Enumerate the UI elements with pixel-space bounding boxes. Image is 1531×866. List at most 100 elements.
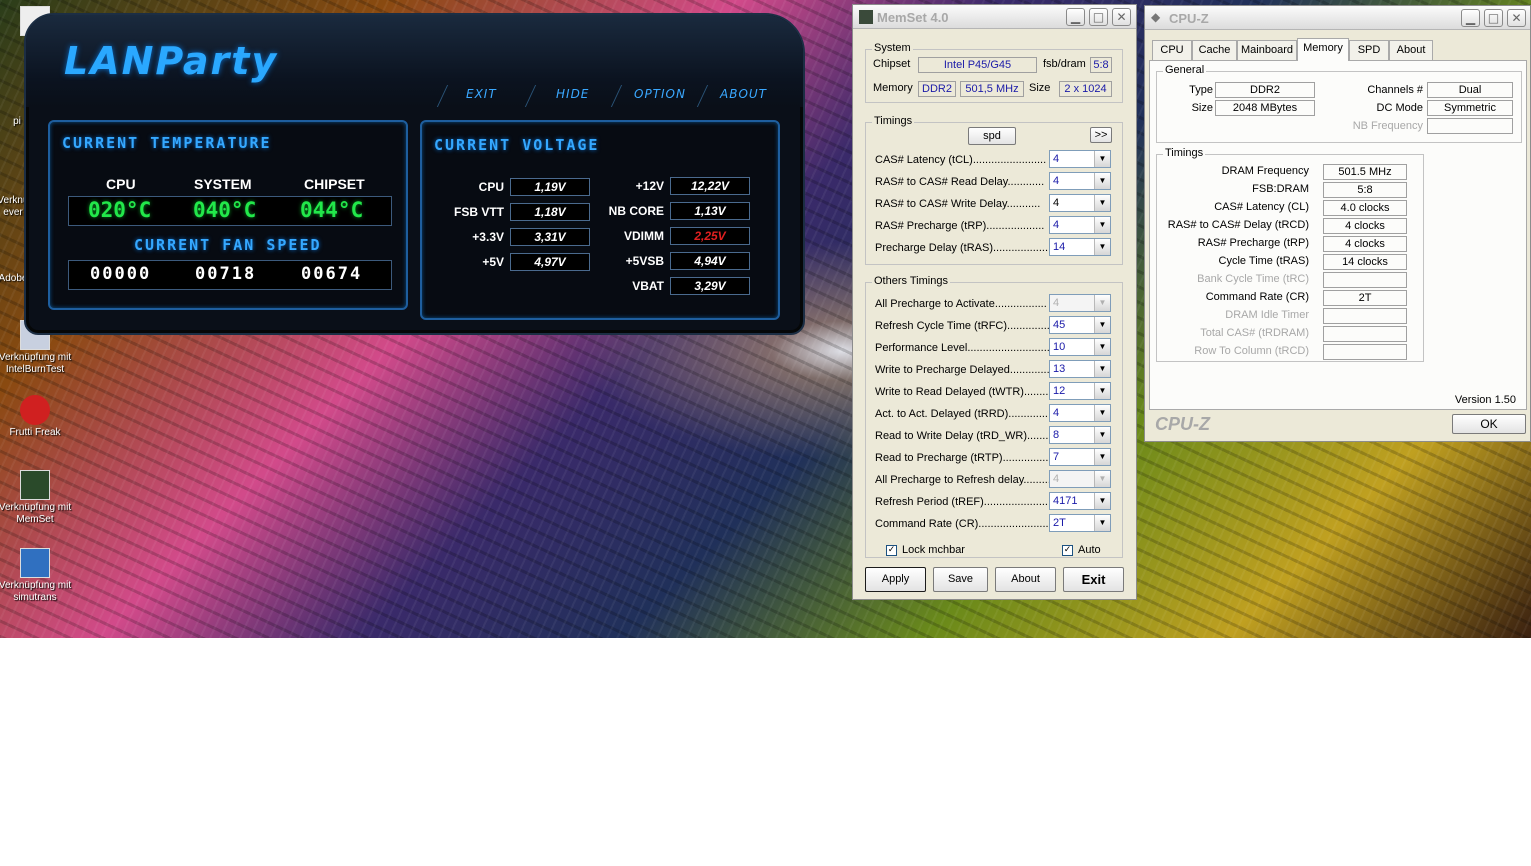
- desktop-icon[interactable]: Frutti Freak: [0, 395, 74, 439]
- dropdown-arrow-icon: ▼: [1094, 151, 1110, 167]
- temperature-panel: CURRENT TEMPERATURE CPU SYSTEM CHIPSET 0…: [48, 120, 408, 310]
- chipset-label: Chipset: [873, 58, 911, 70]
- maximize-button[interactable]: □: [1089, 8, 1108, 26]
- timing-label: CAS# Latency (CL): [1214, 201, 1309, 213]
- nav-hide[interactable]: HIDE: [556, 87, 589, 107]
- timing-combo[interactable]: 7 ▼: [1049, 448, 1111, 466]
- lanparty-logo: LANParty: [64, 39, 279, 83]
- timing-label: Precharge Delay (tRAS)..................…: [875, 242, 1052, 254]
- timing-combo[interactable]: 14 ▼: [1049, 238, 1111, 256]
- timing-label: Read to Write Delay (tRD_WR)...........: [875, 430, 1061, 442]
- timing-field: [1323, 344, 1407, 360]
- exit-button[interactable]: Exit: [1063, 567, 1124, 592]
- temp-label-system: SYSTEM: [194, 176, 252, 192]
- fsbdram-label: fsb/dram: [1043, 58, 1086, 70]
- timing-field: 501.5 MHz: [1323, 164, 1407, 180]
- timing-value: 14: [1053, 241, 1066, 253]
- timing-combo[interactable]: 4 ▼: [1049, 294, 1111, 312]
- timing-field: 4 clocks: [1323, 236, 1407, 252]
- cpuz-titlebar[interactable]: ◆ CPU-Z ▁ □ ✕: [1145, 6, 1530, 30]
- timing-combo[interactable]: 4 ▼: [1049, 470, 1111, 488]
- maximize-button[interactable]: □: [1484, 9, 1503, 27]
- memset-titlebar[interactable]: MemSet 4.0 ▁ □ ✕: [853, 5, 1136, 29]
- system-group-title: System: [872, 42, 913, 54]
- tab-cpu[interactable]: CPU: [1152, 40, 1192, 60]
- desktop-icon[interactable]: Verknüpfung mit MemSet: [0, 470, 74, 526]
- volt-value-fsbvtt: 1,18V: [510, 203, 590, 221]
- timing-combo[interactable]: 4 ▼: [1049, 404, 1111, 422]
- dropdown-arrow-icon: ▼: [1094, 361, 1110, 377]
- close-button[interactable]: ✕: [1112, 8, 1131, 26]
- apply-button[interactable]: Apply: [865, 567, 926, 592]
- strawberry-icon: [20, 395, 50, 425]
- nav-option[interactable]: OPTION: [634, 87, 686, 107]
- tab-spd[interactable]: SPD: [1349, 40, 1389, 60]
- size-field: 2048 MBytes: [1215, 100, 1315, 116]
- minimize-button[interactable]: ▁: [1066, 8, 1085, 26]
- save-button[interactable]: Save: [933, 567, 988, 592]
- timing-label: Refresh Cycle Time (tRFC)...............…: [875, 320, 1056, 332]
- timing-field: [1323, 308, 1407, 324]
- channels-field: Dual: [1427, 82, 1513, 98]
- about-button[interactable]: About: [995, 567, 1056, 592]
- lock-mchbar-checkbox[interactable]: ✓: [886, 545, 897, 556]
- timing-label: Write to Precharge Delayed..............…: [875, 364, 1059, 376]
- timing-combo[interactable]: 4 ▼: [1049, 194, 1111, 212]
- timing-combo[interactable]: 4 ▼: [1049, 172, 1111, 190]
- desktop-icon[interactable]: Verknüpfung mit simutrans: [0, 548, 74, 604]
- volt-label-12v: +12V: [635, 179, 664, 193]
- minimize-button[interactable]: ▁: [1461, 9, 1480, 27]
- fan-value-chipset: 00674: [301, 264, 363, 284]
- volt-label-cpu: CPU: [478, 180, 504, 194]
- tab-memory[interactable]: Memory: [1297, 38, 1349, 61]
- dropdown-arrow-icon: ▼: [1094, 449, 1110, 465]
- tab-about[interactable]: About: [1389, 40, 1433, 60]
- timing-combo[interactable]: 4171 ▼: [1049, 492, 1111, 510]
- nav-about[interactable]: ABOUT: [720, 87, 767, 107]
- timing-combo[interactable]: 8 ▼: [1049, 426, 1111, 444]
- timing-value: 2T: [1053, 517, 1066, 529]
- tab-mainboard[interactable]: Mainboard: [1237, 40, 1297, 60]
- volt-value-vdimm: 2,25V: [670, 227, 750, 245]
- dropdown-arrow-icon: ▼: [1094, 217, 1110, 233]
- dropdown-arrow-icon: ▼: [1094, 427, 1110, 443]
- timing-combo[interactable]: 4 ▼: [1049, 150, 1111, 168]
- dropdown-arrow-icon: ▼: [1094, 515, 1110, 531]
- timing-combo[interactable]: 13 ▼: [1049, 360, 1111, 378]
- timing-value: 4171: [1053, 495, 1078, 507]
- close-button[interactable]: ✕: [1507, 9, 1526, 27]
- timing-combo[interactable]: 12 ▼: [1049, 382, 1111, 400]
- ok-button[interactable]: OK: [1452, 414, 1526, 434]
- dropdown-arrow-icon: ▼: [1094, 295, 1110, 311]
- timings-group: Timings spd >> CAS# Latency (tCL).......…: [865, 115, 1123, 265]
- timing-value: 8: [1053, 429, 1060, 441]
- timing-label: Write to Read Delayed (tWTR)............: [875, 386, 1061, 398]
- timing-label: RAS# Precharge (tRP)...................: [875, 220, 1045, 232]
- timing-label: Performance Level.......................…: [875, 342, 1050, 354]
- timing-combo[interactable]: 4 ▼: [1049, 216, 1111, 234]
- fan-value-cpu: 00000: [90, 264, 152, 284]
- volt-label-3v3: +3.3V: [472, 230, 504, 244]
- desktop-icon-label: pi: [13, 116, 21, 127]
- temp-label-chipset: CHIPSET: [304, 176, 365, 192]
- timing-label: Total CAS# (tRDRAM): [1200, 327, 1309, 339]
- expand-button[interactable]: >>: [1090, 127, 1112, 143]
- auto-checkbox[interactable]: ✓: [1062, 545, 1073, 556]
- temp-value-cpu: 020°C: [88, 198, 152, 222]
- spd-button[interactable]: spd: [968, 127, 1016, 145]
- dropdown-arrow-icon: ▼: [1094, 339, 1110, 355]
- timing-field: 4.0 clocks: [1323, 200, 1407, 216]
- timing-value: 4: [1053, 153, 1060, 165]
- fan-speed-title: CURRENT FAN SPEED: [134, 236, 322, 254]
- tab-cache[interactable]: Cache: [1192, 40, 1237, 60]
- timing-combo[interactable]: 10 ▼: [1049, 338, 1111, 356]
- temp-label-cpu: CPU: [106, 176, 136, 192]
- timing-combo[interactable]: 45 ▼: [1049, 316, 1111, 334]
- timing-value: 10: [1053, 341, 1066, 353]
- volt-label-vbat: VBAT: [632, 279, 664, 293]
- dropdown-arrow-icon: ▼: [1094, 195, 1110, 211]
- timing-label: DRAM Frequency: [1221, 165, 1309, 177]
- volt-label-5vsb: +5VSB: [625, 254, 664, 268]
- timing-combo[interactable]: 2T ▼: [1049, 514, 1111, 532]
- nav-exit[interactable]: EXIT: [466, 87, 497, 107]
